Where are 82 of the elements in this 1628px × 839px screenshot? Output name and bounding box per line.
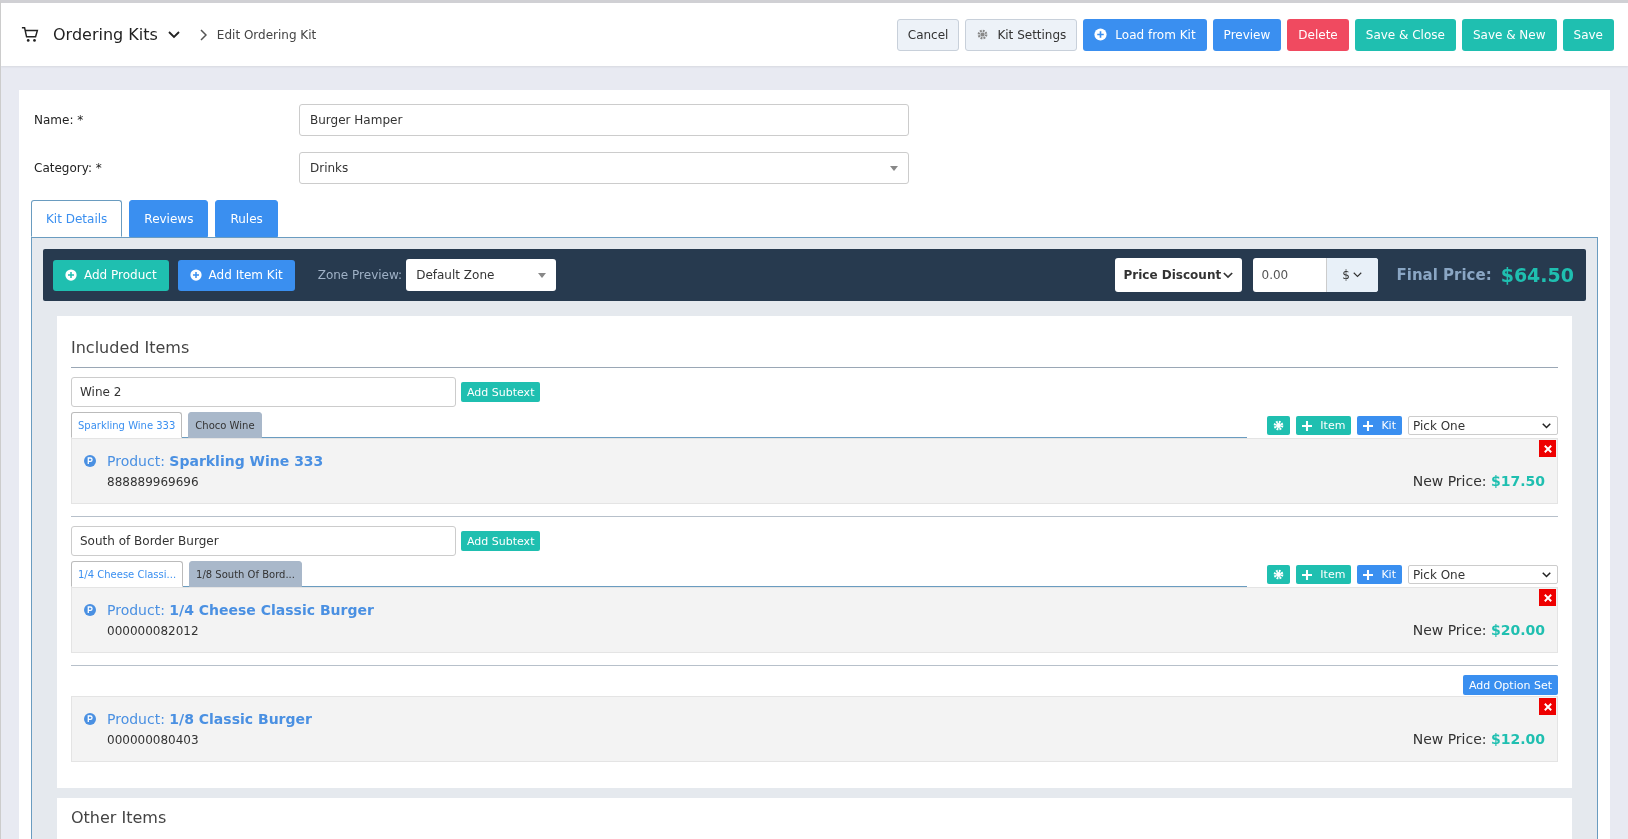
pick-one-select[interactable]: Pick One <box>1408 416 1558 435</box>
breadcrumb: Edit Ordering Kit <box>216 27 317 42</box>
discount-type-select[interactable]: Price Discount <box>1114 258 1242 292</box>
new-price: New Price: $12.00 <box>1412 731 1545 747</box>
add-subtext-button[interactable]: Add Subtext <box>461 382 541 402</box>
close-icon <box>1543 444 1552 453</box>
header-button[interactable]: Cancel <box>896 18 960 51</box>
header-button[interactable]: Save & New <box>1461 18 1557 51</box>
new-price: New Price: $17.50 <box>1412 473 1545 489</box>
chevron-down-icon <box>1352 272 1362 278</box>
header-button[interactable]: Kit Settings <box>965 18 1078 51</box>
product-name: Product: Sparkling Wine 333 <box>107 453 324 469</box>
close-icon <box>1543 702 1552 711</box>
field-label: Category: * <box>33 161 103 175</box>
toolbar-button[interactable]: Add Item Kit <box>177 259 295 291</box>
plus-icon <box>1363 420 1374 431</box>
dropdown-arrow-icon <box>538 272 547 278</box>
add-option-set-button[interactable]: Add Option Set <box>1462 675 1558 695</box>
settings-icon <box>1273 420 1285 431</box>
add-kit-button[interactable]: Kit <box>1357 416 1402 435</box>
category-select[interactable]: Drinks <box>299 152 909 184</box>
add-item-button[interactable]: Item <box>1296 416 1352 435</box>
zone-select[interactable]: Default Zone <box>406 259 557 291</box>
option-tab[interactable]: 1/4 Cheese Classi... <box>71 561 184 587</box>
header-button[interactable]: Load from Kit <box>1083 18 1207 51</box>
section-title: Other Items <box>71 807 168 829</box>
new-price: New Price: $20.00 <box>1412 622 1545 638</box>
discount-field[interactable]: 0.00 <box>1252 258 1327 292</box>
close-button[interactable] <box>1539 589 1556 606</box>
option-tab[interactable]: Choco Wine <box>188 412 262 438</box>
toolbar-button[interactable]: Add Product <box>53 259 169 291</box>
option-tab[interactable]: Sparkling Wine 333 <box>71 412 183 438</box>
header-button[interactable]: Preview <box>1212 18 1282 51</box>
final-price-label: Final Price: <box>1396 266 1492 284</box>
chevron-down-icon[interactable] <box>167 30 180 39</box>
add-item-button[interactable]: Item <box>1296 565 1352 584</box>
pick-one-select[interactable]: Pick One <box>1408 565 1558 584</box>
plus-circle-icon <box>189 269 202 281</box>
product-name: Product: 1/4 Cheese Classic Burger <box>107 602 374 618</box>
zone-preview-label: Zone Preview: <box>317 268 403 282</box>
name-field[interactable]: Burger Hamper <box>299 104 909 136</box>
close-button[interactable] <box>1539 698 1556 715</box>
product-sku: 000000082012 <box>106 624 200 638</box>
option-tab[interactable]: 1/8 South Of Bord... <box>189 561 302 587</box>
plus-icon <box>1363 569 1374 580</box>
close-icon <box>1543 593 1552 602</box>
dropdown-arrow-icon <box>890 165 898 171</box>
settings-icon <box>1273 569 1285 580</box>
chevron-down-icon <box>1222 271 1233 279</box>
add-kit-button[interactable]: Kit <box>1357 565 1402 584</box>
header-button[interactable]: Save & Close <box>1354 18 1456 51</box>
page-title: Ordering Kits <box>53 25 158 44</box>
plus-icon <box>1302 569 1313 580</box>
product-sku: 000000080403 <box>106 733 200 747</box>
final-price: $64.50 <box>1500 264 1574 286</box>
plus-circle-icon <box>1094 28 1108 41</box>
product-name: Product: 1/8 Classic Burger <box>107 711 312 727</box>
settings-icon <box>976 28 990 41</box>
add-subtext-button[interactable]: Add Subtext <box>461 531 541 551</box>
tab[interactable]: Rules <box>215 200 278 237</box>
header-button[interactable]: Delete <box>1287 18 1349 51</box>
tab[interactable]: Reviews <box>129 200 209 237</box>
chevron-down-icon <box>1542 422 1551 429</box>
settings-button[interactable] <box>1267 565 1291 584</box>
field-label: Name: * <box>33 113 85 127</box>
unit-select[interactable]: $ <box>1326 258 1378 292</box>
option-name-field[interactable]: South of Border Burger <box>71 526 456 556</box>
header-button[interactable]: Save <box>1562 18 1614 51</box>
option-name-field[interactable]: Wine 2 <box>71 377 456 407</box>
plus-icon <box>1302 420 1313 431</box>
section-title: Included Items <box>71 328 1558 368</box>
settings-button[interactable] <box>1267 416 1291 435</box>
product-badge-icon <box>84 604 96 616</box>
cart-icon <box>21 25 39 44</box>
plus-circle-icon <box>65 269 77 281</box>
product-sku: 888889969696 <box>106 475 200 489</box>
product-badge-icon <box>84 455 96 467</box>
chevron-down-icon <box>1542 571 1551 578</box>
product-badge-icon <box>84 713 96 725</box>
chevron-right-icon <box>199 28 207 41</box>
close-button[interactable] <box>1539 440 1556 457</box>
tab[interactable]: Kit Details <box>31 200 123 237</box>
